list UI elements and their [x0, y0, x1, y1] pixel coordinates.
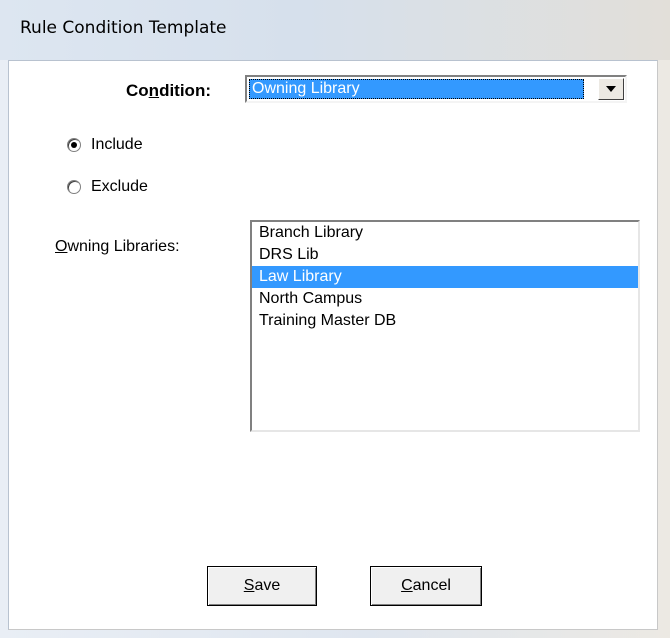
radio-include-label: Include: [91, 136, 143, 153]
owning-libraries-label: Owning Libraries:: [55, 238, 180, 255]
window-title: Rule Condition Template: [20, 18, 227, 38]
list-item[interactable]: Training Master DB: [252, 310, 638, 332]
radio-exclude-button[interactable]: [67, 180, 81, 194]
condition-selected-value[interactable]: Owning Library: [249, 79, 584, 99]
chevron-down-icon: [606, 86, 616, 92]
dialog-window: Rule Condition Template Condition: Ownin…: [0, 0, 670, 638]
list-item-selected[interactable]: Law Library: [252, 266, 638, 288]
radio-exclude[interactable]: Exclude: [67, 178, 148, 196]
owning-libraries-list[interactable]: Branch Library DRS Lib Law Library North…: [250, 220, 640, 432]
list-item[interactable]: Branch Library: [252, 222, 638, 244]
radio-include[interactable]: Include: [67, 136, 143, 154]
dropdown-button[interactable]: [598, 78, 624, 100]
title-bar[interactable]: Rule Condition Template: [0, 0, 670, 60]
save-button[interactable]: Save: [207, 566, 317, 606]
condition-label: Condition:: [126, 81, 211, 100]
radio-include-button[interactable]: [67, 138, 81, 152]
radio-exclude-label: Exclude: [91, 178, 148, 195]
list-item[interactable]: DRS Lib: [252, 244, 638, 266]
dialog-body: Condition: Owning Library Include Exclud…: [8, 60, 658, 630]
cancel-button[interactable]: Cancel: [370, 566, 482, 606]
condition-dropdown[interactable]: Owning Library: [245, 75, 627, 103]
list-item[interactable]: North Campus: [252, 288, 638, 310]
